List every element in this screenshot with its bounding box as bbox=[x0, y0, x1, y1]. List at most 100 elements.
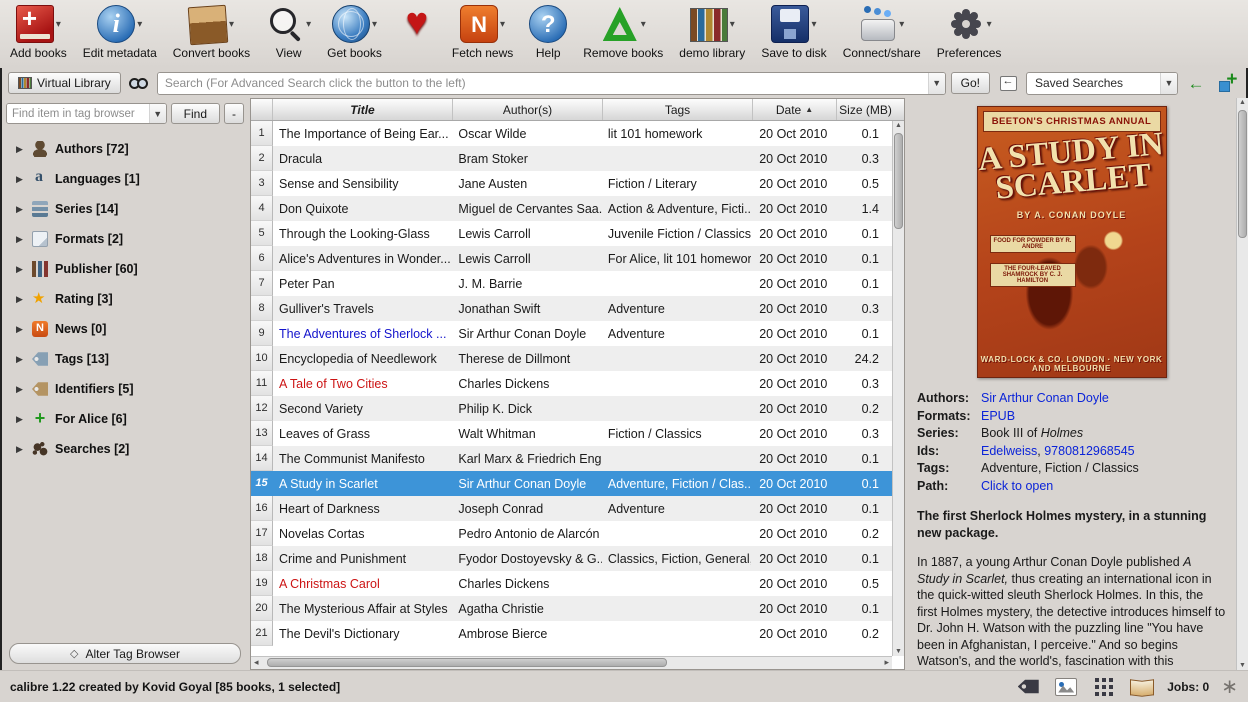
find-dropdown-arrow-icon[interactable]: ▼ bbox=[149, 104, 166, 123]
chevron-right-icon[interactable]: ▶ bbox=[16, 264, 25, 275]
tag-browser-item-identifiers[interactable]: ▶Identifiers [5] bbox=[6, 374, 244, 404]
details-scrollbar-thumb[interactable] bbox=[1238, 110, 1247, 238]
column-header-size[interactable]: Size (MB) bbox=[837, 99, 894, 120]
toolbar-button-get-books[interactable]: ▾Get books bbox=[325, 3, 384, 60]
book-row[interactable]: 18Crime and PunishmentFyodor Dostoyevsky… bbox=[251, 546, 892, 571]
book-row[interactable]: 16Heart of DarknessJoseph ConradAdventur… bbox=[251, 496, 892, 521]
toolbar-button-remove-books[interactable]: ▾Remove books bbox=[581, 3, 665, 60]
detail-link[interactable]: Sir Arthur Conan Doyle bbox=[981, 391, 1109, 405]
book-row[interactable]: 2DraculaBram Stoker20 Oct 20100.3 bbox=[251, 146, 892, 171]
column-header-authors[interactable]: Author(s) bbox=[453, 99, 603, 120]
toolbar-button-help[interactable]: Help bbox=[527, 3, 569, 60]
go-button[interactable]: Go! bbox=[951, 72, 990, 94]
toolbar-button-library[interactable]: ▾demo library bbox=[677, 3, 747, 60]
book-row[interactable]: 3Sense and SensibilityJane AustenFiction… bbox=[251, 171, 892, 196]
book-row[interactable]: 11A Tale of Two CitiesCharles Dickens20 … bbox=[251, 371, 892, 396]
search-input[interactable] bbox=[158, 73, 928, 94]
chevron-right-icon[interactable]: ▶ bbox=[16, 174, 25, 185]
tag-browser-item-series[interactable]: ▶Series [14] bbox=[6, 194, 244, 224]
tag-browser-item-languages[interactable]: ▶Languages [1] bbox=[6, 164, 244, 194]
book-list-vertical-scrollbar[interactable]: ▲ ▼ bbox=[892, 121, 904, 656]
alter-tag-browser-button[interactable]: ◇ Alter Tag Browser bbox=[9, 643, 241, 664]
dropdown-arrow-icon[interactable]: ▾ bbox=[306, 19, 311, 30]
book-row[interactable]: 15A Study in ScarletSir Arthur Conan Doy… bbox=[251, 471, 892, 496]
chevron-right-icon[interactable]: ▶ bbox=[16, 444, 25, 455]
advanced-search-button[interactable] bbox=[126, 71, 152, 95]
book-row[interactable]: 6Alice's Adventures in Wonder...Lewis Ca… bbox=[251, 246, 892, 271]
book-row[interactable]: 10Encyclopedia of NeedleworkTherese de D… bbox=[251, 346, 892, 371]
dropdown-arrow-icon[interactable]: ▾ bbox=[641, 19, 646, 30]
column-header-date[interactable]: Date▲ bbox=[753, 99, 837, 120]
scroll-down-arrow-icon[interactable]: ▼ bbox=[893, 648, 904, 655]
tag-browser-item-formats[interactable]: ▶Formats [2] bbox=[6, 224, 244, 254]
book-row[interactable]: 19A Christmas CarolCharles Dickens20 Oct… bbox=[251, 571, 892, 596]
chevron-right-icon[interactable]: ▶ bbox=[16, 354, 25, 365]
dropdown-arrow-icon[interactable]: ▾ bbox=[987, 19, 992, 30]
tag-browser-item-publisher[interactable]: ▶Publisher [60] bbox=[6, 254, 244, 284]
book-row[interactable]: 12Second VarietyPhilip K. Dick20 Oct 201… bbox=[251, 396, 892, 421]
vertical-scrollbar-thumb[interactable] bbox=[894, 133, 903, 229]
toggle-tag-browser-button[interactable] bbox=[1015, 675, 1041, 699]
dropdown-arrow-icon[interactable]: ▾ bbox=[56, 19, 61, 30]
dropdown-arrow-icon[interactable]: ▾ bbox=[229, 19, 234, 30]
toolbar-button-edit-metadata[interactable]: ▾Edit metadata bbox=[81, 3, 159, 60]
toolbar-button-save-to-disk[interactable]: ▾Save to disk bbox=[759, 3, 828, 60]
toolbar-button-donate[interactable] bbox=[396, 3, 438, 45]
dropdown-arrow-icon[interactable]: ▾ bbox=[372, 19, 377, 30]
column-header-title[interactable]: Title bbox=[273, 99, 453, 120]
toolbar-button-convert-books[interactable]: ▾Convert books bbox=[171, 3, 252, 60]
book-row[interactable]: 5Through the Looking-GlassLewis CarrollJ… bbox=[251, 221, 892, 246]
book-row[interactable]: 21The Devil's DictionaryAmbrose Bierce20… bbox=[251, 621, 892, 646]
book-list-horizontal-scrollbar[interactable]: ◂ ▸ bbox=[251, 656, 892, 669]
book-row[interactable]: 7Peter PanJ. M. Barrie20 Oct 20100.1 bbox=[251, 271, 892, 296]
chevron-right-icon[interactable]: ▶ bbox=[16, 384, 25, 395]
scroll-up-arrow-icon[interactable]: ▲ bbox=[893, 122, 904, 129]
tag-browser-item-tags[interactable]: ▶Tags [13] bbox=[6, 344, 244, 374]
toolbar-button-connect-share[interactable]: ▾Connect/share bbox=[841, 3, 923, 60]
chevron-right-icon[interactable]: ▶ bbox=[16, 414, 25, 425]
chevron-right-icon[interactable]: ▶ bbox=[16, 204, 25, 215]
book-row[interactable]: 4Don QuixoteMiguel de Cervantes Saa...Ac… bbox=[251, 196, 892, 221]
toolbar-button-preferences[interactable]: ▾Preferences bbox=[935, 3, 1004, 60]
dropdown-arrow-icon[interactable]: ▾ bbox=[137, 19, 142, 30]
chevron-right-icon[interactable]: ▶ bbox=[16, 324, 25, 335]
detail-link[interactable]: Edelweiss bbox=[981, 444, 1037, 458]
dropdown-arrow-icon[interactable]: ▾ bbox=[899, 19, 904, 30]
tag-browser-item-authors[interactable]: ▶Authors [72] bbox=[6, 134, 244, 164]
scroll-up-arrow-icon[interactable]: ▲ bbox=[1237, 99, 1248, 106]
virtual-library-button[interactable]: Virtual Library bbox=[8, 72, 121, 94]
saved-searches-arrow-icon[interactable]: ▼ bbox=[1160, 73, 1177, 94]
dropdown-arrow-icon[interactable]: ▾ bbox=[811, 19, 816, 30]
detail-link[interactable]: 9780812968545 bbox=[1044, 444, 1134, 458]
column-header-tags[interactable]: Tags bbox=[603, 99, 753, 120]
jobs-label[interactable]: Jobs: 0 bbox=[1167, 680, 1209, 694]
book-row[interactable]: 14The Communist ManifestoKarl Marx & Fri… bbox=[251, 446, 892, 471]
dropdown-arrow-icon[interactable]: ▾ bbox=[500, 19, 505, 30]
toggle-cover-browser-button[interactable] bbox=[1053, 675, 1079, 699]
chevron-right-icon[interactable]: ▶ bbox=[16, 294, 25, 305]
save-search-button[interactable]: ← bbox=[1183, 71, 1209, 95]
book-row[interactable]: 9The Adventures of Sherlock ...Sir Arthu… bbox=[251, 321, 892, 346]
toolbar-button-fetch-news[interactable]: ▾Fetch news bbox=[450, 3, 515, 60]
horizontal-scrollbar-thumb[interactable] bbox=[267, 658, 667, 667]
add-saved-search-button[interactable] bbox=[1214, 71, 1240, 95]
toggle-book-details-button[interactable] bbox=[1129, 675, 1155, 699]
detail-link[interactable]: EPUB bbox=[981, 409, 1015, 423]
collapse-all-button[interactable]: - bbox=[224, 103, 244, 124]
jobs-spinner-icon[interactable]: ∗ bbox=[1221, 677, 1238, 697]
saved-searches-select[interactable]: Saved Searches ▼ bbox=[1026, 72, 1178, 95]
book-row[interactable]: 8Gulliver's TravelsJonathan SwiftAdventu… bbox=[251, 296, 892, 321]
tag-browser-item-searches[interactable]: ▶Searches [2] bbox=[6, 434, 244, 464]
chevron-right-icon[interactable]: ▶ bbox=[16, 234, 25, 245]
scroll-right-arrow-icon[interactable]: ▸ bbox=[884, 657, 889, 668]
toggle-cover-grid-button[interactable] bbox=[1091, 675, 1117, 699]
detail-link[interactable]: Click to open bbox=[981, 479, 1053, 493]
details-vertical-scrollbar[interactable]: ▲ ▼ bbox=[1236, 98, 1248, 670]
toolbar-button-add-books[interactable]: ▾Add books bbox=[8, 3, 69, 60]
tag-browser-item-news[interactable]: ▶News [0] bbox=[6, 314, 244, 344]
toolbar-button-view[interactable]: ▾View bbox=[264, 3, 313, 60]
find-input[interactable] bbox=[7, 104, 149, 123]
book-row[interactable]: 1The Importance of Being Ear...Oscar Wil… bbox=[251, 121, 892, 146]
book-row[interactable]: 20The Mysterious Affair at StylesAgatha … bbox=[251, 596, 892, 621]
scroll-left-arrow-icon[interactable]: ◂ bbox=[254, 657, 259, 668]
